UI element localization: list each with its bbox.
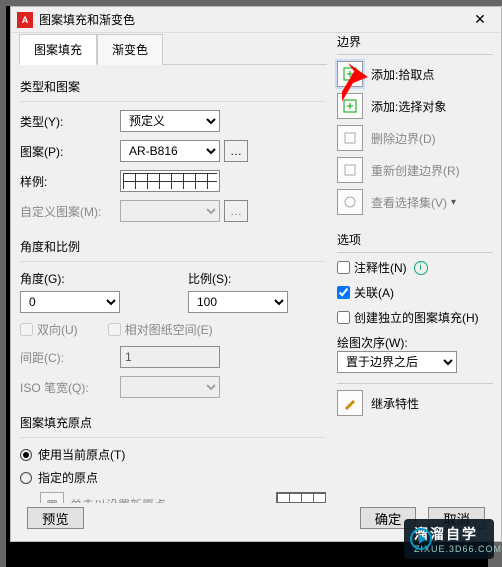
close-icon[interactable]: ✕ [465,8,495,32]
type-select[interactable]: 预定义 [120,110,220,132]
add-pick-label: 添加:拾取点 [371,66,434,83]
order-select[interactable]: 置于边界之后 [337,351,457,373]
pick-origin-label: 单击以设置新原点 [70,496,166,504]
view-selection-icon [337,189,363,215]
titlebar: A 图案填充和渐变色 ✕ [11,7,501,33]
inherit-label: 继承特性 [371,395,419,412]
add-pick-icon[interactable] [337,61,363,87]
add-select-icon[interactable] [337,93,363,119]
bidir-checkbox[interactable]: 双向(U) [20,321,78,338]
pattern-swatch[interactable] [120,170,220,192]
hatch-dialog: A 图案填充和渐变色 ✕ 图案填充 渐变色 类型和图案 类型(Y): 预定义 图… [10,6,502,542]
custom-select [120,200,220,222]
inherit-icon[interactable] [337,390,363,416]
assoc-checkbox[interactable]: 关联(A) [337,284,493,301]
preview-button[interactable]: 预览 [27,507,84,529]
separate-checkbox[interactable]: 创建独立的图案填充(H) [337,309,493,326]
angle-select[interactable]: 0 [20,291,120,313]
tab-hatch[interactable]: 图案填充 [19,34,97,65]
scale-label: 比例(S): [188,270,326,287]
paper-checkbox[interactable]: 相对图纸空间(E) [108,321,213,338]
pattern-label: 图案(P): [20,143,120,160]
watermark: 溜溜自学 ZIXUE.3D66.COM [404,519,494,559]
tab-gradient[interactable]: 渐变色 [97,34,163,65]
delete-boundary-label: 删除边界(D) [371,130,436,147]
spacing-input [120,346,220,368]
pen-label: ISO 笔宽(Q): [20,379,120,396]
app-icon: A [17,12,33,28]
specify-origin-radio[interactable]: 指定的原点 [20,469,326,486]
pattern-browse-button[interactable]: … [224,140,248,162]
angle-label: 角度(G): [20,270,158,287]
section-options: 选项 注释性(N)i 关联(A) 创建独立的图案填充(H) 绘图次序(W): 置… [337,231,493,373]
recreate-boundary-label: 重新创建边界(R) [371,162,460,179]
sample-label: 样例: [20,173,120,190]
add-select-label: 添加:选择对象 [371,98,446,115]
delete-boundary-icon [337,125,363,151]
use-current-origin-radio[interactable]: 使用当前原点(T) [20,446,326,463]
group-angle-scale: 角度和比例 角度(G): 0 比例(S): 100 双向(U) 相对图纸空间(E… [19,237,327,407]
group-origin: 图案填充原点 使用当前原点(T) 指定的原点 ▦单击以设置新原点 默认为边界范围… [19,413,327,503]
play-icon [410,528,432,550]
custom-browse-button: … [224,200,248,222]
type-label: 类型(Y): [20,113,120,130]
section-boundary: 边界 添加:拾取点 添加:选择对象 删除边界(D) 重新创建边界(R) 查看选择… [337,33,493,221]
group-type-pattern: 类型和图案 类型(Y): 预定义 图案(P): AR-B816 … 样例: 自定… [19,77,327,231]
origin-preview [276,492,326,503]
dialog-title: 图案填充和渐变色 [39,11,465,28]
custom-label: 自定义图案(M): [20,203,120,220]
scale-select[interactable]: 100 [188,291,288,313]
pick-origin-icon: ▦ [40,492,64,503]
pen-select [120,376,220,398]
view-selection-label: 查看选择集(V) [371,194,447,211]
tabs: 图案填充 渐变色 [19,33,327,65]
recreate-boundary-icon [337,157,363,183]
info-icon[interactable]: i [414,261,428,275]
annotative-checkbox[interactable]: 注释性(N)i [337,259,493,276]
section-inherit: 继承特性 [337,383,493,422]
order-label: 绘图次序(W): [337,334,493,351]
spacing-label: 间距(C): [20,349,120,366]
pattern-select[interactable]: AR-B816 [120,140,220,162]
